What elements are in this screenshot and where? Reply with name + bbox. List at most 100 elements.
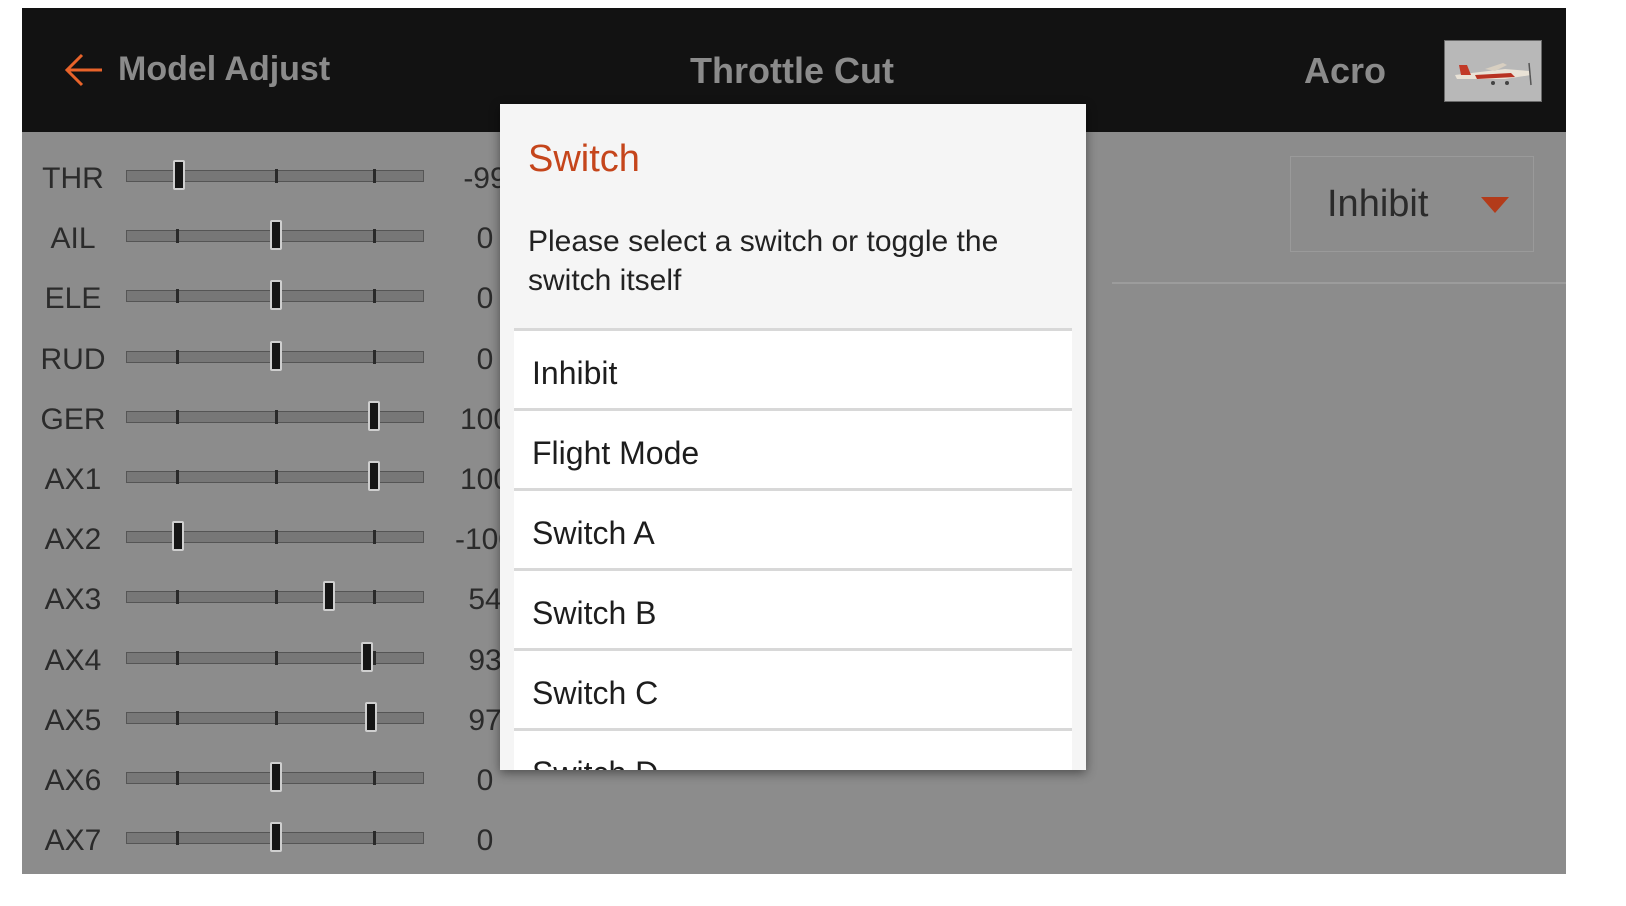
- channel-bar: [126, 521, 424, 552]
- channel-row: AX7 0: [22, 812, 502, 862]
- channel-label: AX6: [44, 764, 102, 797]
- channel-bar-tick: [274, 650, 278, 665]
- channel-bar: [126, 762, 424, 792]
- channel-row: THR -99: [22, 150, 507, 200]
- channel-label: AIL: [50, 222, 96, 256]
- arrow-left-icon[interactable]: [62, 48, 106, 92]
- channel-bar-tick: [372, 229, 376, 244]
- channel-bar-tick: [274, 409, 278, 424]
- channel-bar-tick: [372, 169, 376, 183]
- back-button-label[interactable]: Model Adjust: [118, 50, 330, 89]
- channel-label: THR: [42, 162, 104, 195]
- model-name: Acro: [1304, 50, 1387, 91]
- channel-bar-tick: [176, 771, 180, 785]
- channel-bar: [126, 701, 424, 732]
- option-switch-a[interactable]: Switch A: [514, 488, 1072, 568]
- channel-label: AX3: [44, 583, 102, 617]
- channel-bar: [126, 461, 424, 491]
- option-label: Switch D: [532, 755, 658, 770]
- channel-bar-tick: [274, 590, 278, 605]
- channel-bar: [126, 340, 424, 371]
- dialog-title: Switch: [528, 138, 640, 180]
- channel-bar-tick: [176, 289, 180, 304]
- channel-row: AX1 100: [22, 451, 510, 501]
- channel-bar-tick: [176, 590, 180, 605]
- channel-label: AX5: [44, 703, 102, 737]
- channel-row: ELE 0: [22, 270, 502, 320]
- channel-row: RUD 0: [22, 331, 502, 381]
- channel-bar-tick: [176, 831, 180, 846]
- channel-bar-tick: [372, 650, 376, 665]
- channel-row: AX4 93: [22, 632, 502, 682]
- page-title: Throttle Cut: [690, 50, 894, 91]
- channel-row: AX5 97: [22, 692, 502, 742]
- channel-label: AX4: [44, 643, 102, 677]
- channel-position-marker: [270, 762, 282, 792]
- channel-position-marker: [171, 521, 184, 552]
- channel-value: 0: [476, 824, 494, 858]
- channel-bar: [126, 581, 424, 612]
- channel-bar-tick: [176, 710, 180, 725]
- option-label: Switch C: [532, 675, 659, 711]
- channel-row: AIL 0: [22, 210, 502, 260]
- channel-bar: [126, 400, 424, 431]
- dialog-message: Please select a switch or toggle the swi…: [528, 225, 999, 297]
- channel-bar-tick: [274, 530, 278, 545]
- channel-bar: [126, 160, 424, 190]
- channel-label: GER: [40, 402, 106, 436]
- channel-bar: [126, 280, 424, 311]
- channel-position-marker: [270, 280, 282, 311]
- channel-bar-tick: [372, 349, 376, 364]
- switch-option-list[interactable]: Inhibit Flight Mode Switch A Switch B Sw…: [514, 328, 1072, 770]
- channel-row: GER 100: [22, 391, 510, 441]
- channel-bar-tick: [372, 289, 376, 304]
- channel-position-marker: [172, 160, 185, 190]
- transmitter-screen: Model Adjust Throttle Cut Acro THR -99 AIL…: [22, 8, 1566, 874]
- channel-bar-tick: [274, 470, 278, 484]
- switch-select-value: Inhibit: [1327, 183, 1429, 225]
- channel-position-marker: [270, 220, 282, 251]
- channel-bar-tick: [372, 831, 376, 846]
- channel-label: AX1: [44, 463, 102, 496]
- option-label: Inhibit: [532, 355, 618, 391]
- channel-position-marker: [368, 400, 381, 431]
- channel-position-marker: [323, 581, 336, 612]
- option-switch-c[interactable]: Switch C: [514, 648, 1072, 728]
- channel-bar: [126, 220, 424, 251]
- channel-bar-tick: [176, 349, 180, 364]
- airplane-thumbnail-icon[interactable]: [1444, 40, 1542, 102]
- switch-settings-panel: Inhibit: [1112, 132, 1566, 284]
- channel-position-marker: [270, 340, 282, 371]
- channel-bar-tick: [176, 229, 180, 244]
- channel-row: AX6 0: [22, 752, 502, 802]
- channel-bar: [126, 641, 424, 672]
- channel-bar-tick: [372, 771, 376, 785]
- option-label: Flight Mode: [532, 435, 700, 471]
- option-inhibit[interactable]: Inhibit: [514, 328, 1072, 408]
- channel-monitor: THR -99 AIL 0 ELE 0 RUD 0 GER 100 AX1 100 AX2 -100 AX3…: [22, 132, 515, 874]
- channel-label: RUD: [40, 342, 106, 376]
- channel-bar-tick: [176, 470, 180, 484]
- dropdown-triangle-icon: [1481, 197, 1509, 213]
- channel-bar: [126, 822, 424, 853]
- channel-bar-tick: [372, 530, 376, 545]
- channel-label: ELE: [44, 282, 102, 316]
- option-switch-b[interactable]: Switch B: [514, 568, 1072, 648]
- option-switch-d[interactable]: Switch D: [514, 728, 1072, 770]
- channel-bar-tick: [274, 169, 278, 183]
- channel-label: AX7: [44, 824, 102, 858]
- switch-dialog: Switch Please select a switch or toggle …: [500, 104, 1086, 770]
- option-label: Switch A: [532, 515, 655, 551]
- option-label: Switch B: [532, 595, 657, 631]
- channel-row: AX2 -100: [22, 511, 515, 561]
- channel-bar-tick: [274, 710, 278, 725]
- channel-label: AX2: [44, 523, 102, 557]
- channel-position-marker: [361, 641, 374, 672]
- channel-bar-tick: [176, 409, 180, 424]
- option-flight-mode[interactable]: Flight Mode: [514, 408, 1072, 488]
- channel-row: AX3 54: [22, 571, 502, 621]
- channel-bar-tick: [176, 650, 180, 665]
- channel-bar-tick: [372, 590, 376, 605]
- channel-position-marker: [365, 701, 378, 732]
- switch-select[interactable]: Inhibit: [1290, 156, 1534, 252]
